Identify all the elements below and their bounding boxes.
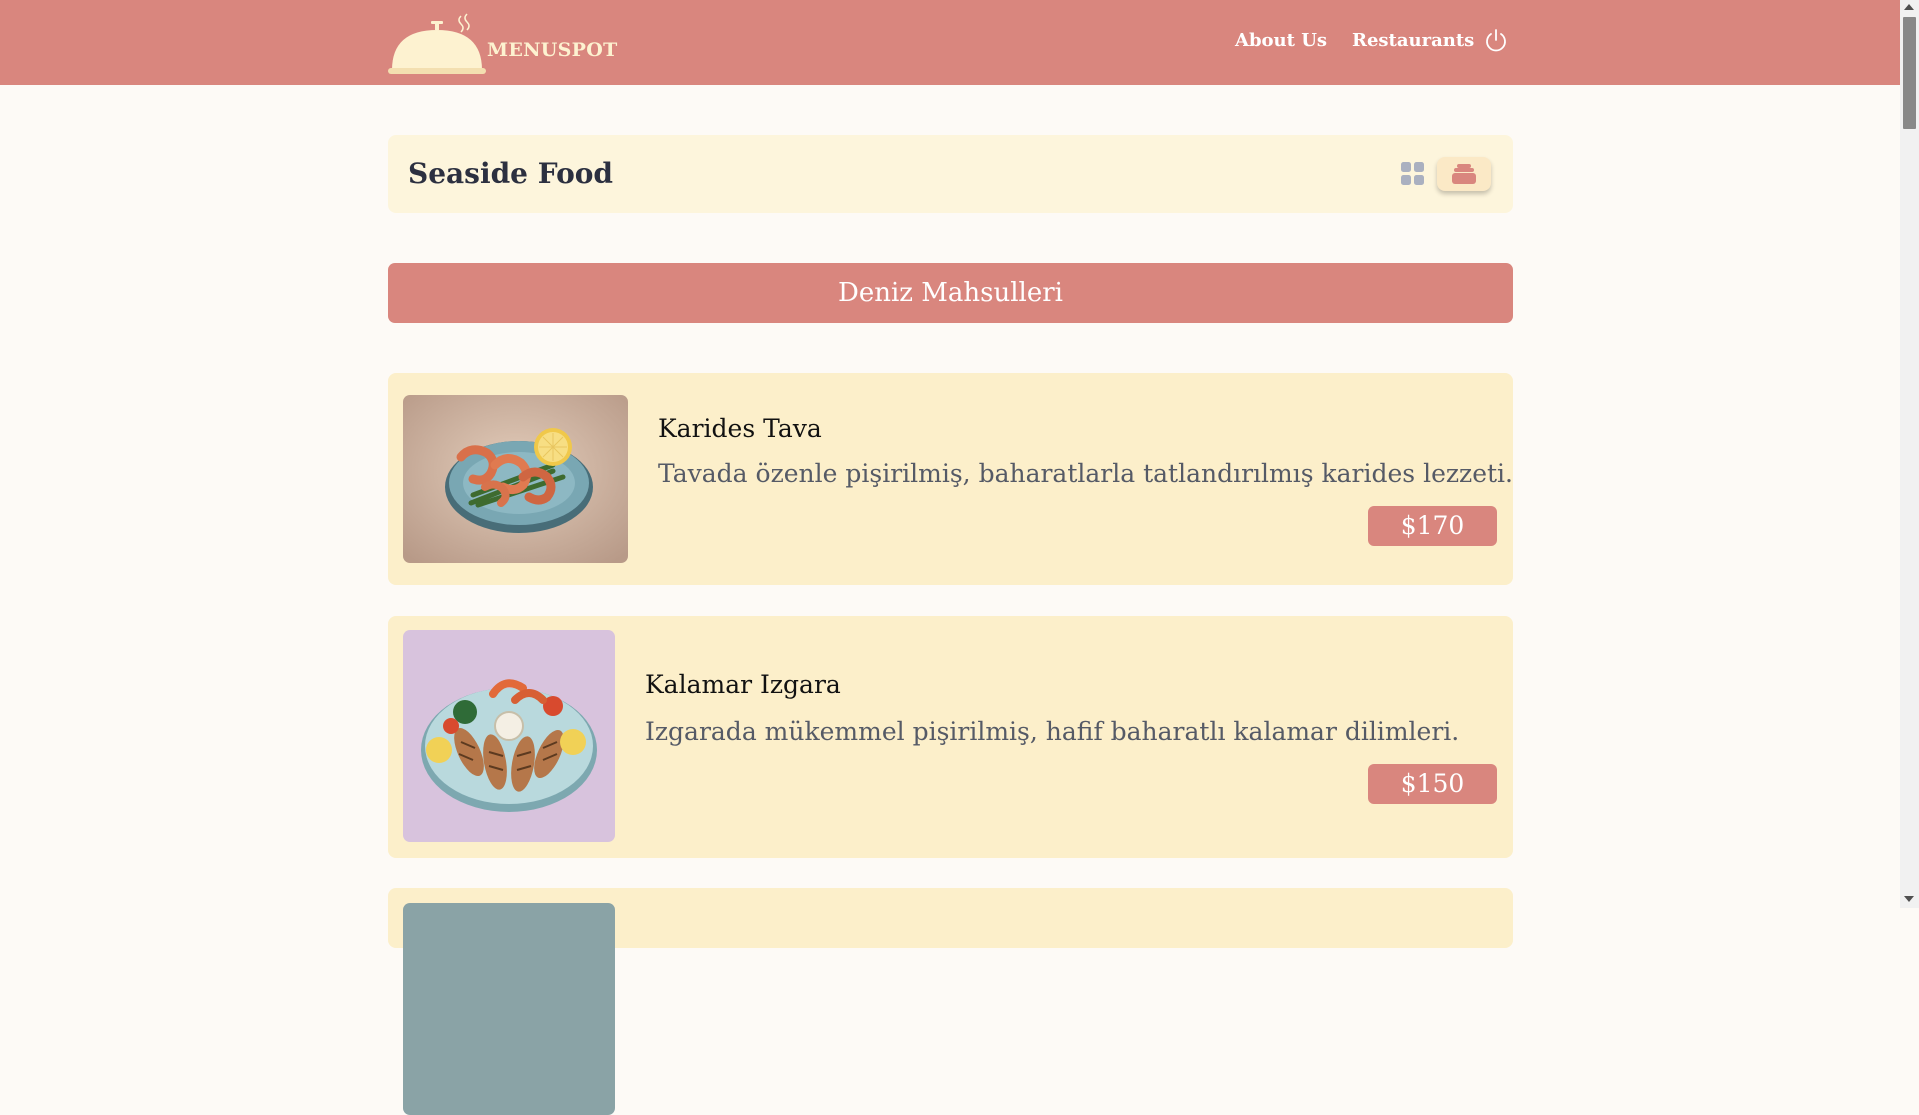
shrimp-dish-image [403, 395, 628, 563]
price-badge[interactable]: $170 [1368, 506, 1497, 546]
grilled-squid-dish-image [403, 630, 615, 842]
dish-image [403, 903, 615, 1115]
menu-item-card[interactable]: Karides Tava Tavada özenle pişirilmiş, b… [388, 373, 1513, 585]
item-description: Izgarada mükemmel pişirilmiş, hafif baha… [645, 717, 1460, 746]
power-icon[interactable] [1483, 28, 1509, 54]
item-name: Kalamar Izgara [645, 670, 841, 699]
grid-view-icon[interactable] [1400, 161, 1426, 187]
menuspot-logo[interactable]: MENUSPOT [388, 10, 617, 76]
menu-item-card[interactable] [388, 888, 1513, 1115]
stack-icon [1452, 164, 1476, 184]
nav-restaurants[interactable]: Restaurants [1352, 30, 1474, 51]
item-description: Tavada özenle pişirilmiş, baharatlarla t… [658, 459, 1513, 488]
scrollbar-thumb[interactable] [1903, 17, 1916, 129]
brand-name: MENUSPOT [487, 39, 618, 61]
restaurant-header: Seaside Food [388, 135, 1513, 213]
page-title: Seaside Food [408, 157, 613, 190]
item-name: Karides Tava [658, 414, 822, 443]
price-badge[interactable]: $150 [1368, 764, 1497, 804]
list-view-button[interactable] [1437, 157, 1491, 191]
scroll-up-icon[interactable] [1904, 4, 1914, 10]
scroll-down-icon[interactable] [1904, 896, 1914, 902]
page-scrollbar[interactable] [1900, 0, 1919, 908]
nav-about-us[interactable]: About Us [1235, 30, 1327, 51]
top-navbar: MENUSPOT About Us Restaurants [0, 0, 1900, 85]
menu-item-card[interactable]: Kalamar Izgara Izgarada mükemmel pişiril… [388, 616, 1513, 858]
cloche-icon [388, 13, 486, 74]
category-header[interactable]: Deniz Mahsulleri [388, 263, 1513, 323]
